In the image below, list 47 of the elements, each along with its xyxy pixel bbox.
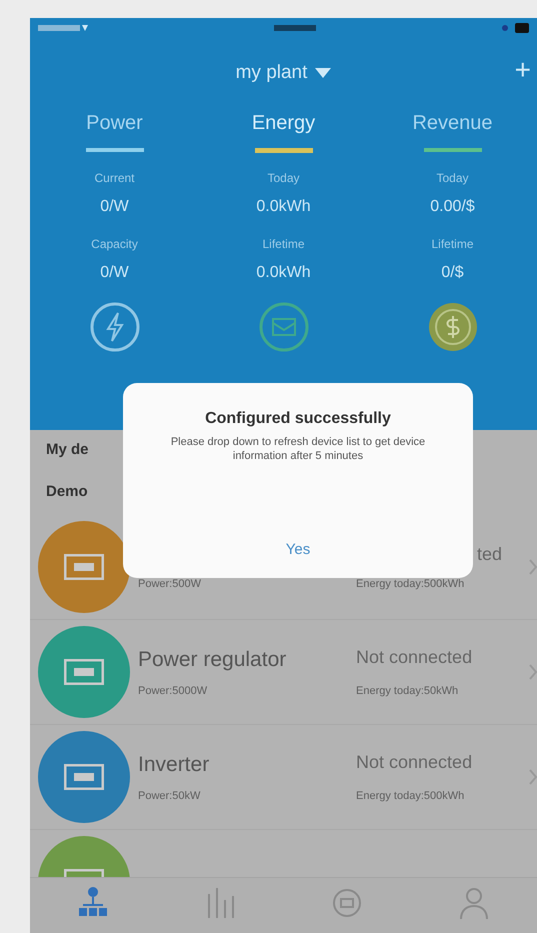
stat-value: 0.00/$: [430, 197, 475, 217]
tab[interactable]: Revenue: [412, 108, 493, 138]
chevron-icon: [529, 664, 537, 680]
envelope-icon: [258, 301, 310, 353]
stat-label: Capacity: [91, 236, 138, 253]
device-status: ted: [477, 542, 502, 566]
plant-selector[interactable]: my plant: [236, 58, 332, 88]
stat-value: 0/W: [100, 197, 129, 217]
device-icon: [64, 764, 104, 790]
stat-label: Today: [267, 170, 300, 187]
group-title: Demo: [46, 482, 88, 502]
device-name: Inverter: [138, 752, 210, 778]
yes-button[interactable]: Yes: [280, 538, 316, 562]
device-energy: Energy today:50kWh: [356, 684, 460, 700]
stat-value: 0/$: [441, 263, 464, 283]
stat-value: 0/W: [100, 263, 129, 283]
stat-label: Today: [436, 170, 469, 187]
device-status: Not connected: [356, 750, 472, 774]
chevron-icon: [529, 768, 537, 785]
stat-value: 0.0kWh: [256, 263, 311, 283]
stat-label: Lifetime: [431, 236, 474, 253]
lightning-icon: [88, 301, 140, 353]
dialog-message: Please drop down to refresh device list to get device information after 5 minutes: [170, 435, 426, 464]
stat-label: Lifetime: [262, 236, 305, 253]
device-icon: [64, 658, 104, 685]
stat-label: Current: [94, 170, 134, 187]
section-title: My de: [46, 440, 89, 460]
device-power: Power:50kW: [138, 789, 202, 804]
dollar-icon: [426, 301, 478, 353]
battery-icon: [501, 23, 529, 33]
device-name: Power regulator: [138, 646, 288, 673]
caret-icon: [315, 68, 332, 78]
dialog-title: Configured successfully: [205, 409, 391, 429]
device-icon[interactable]: [332, 886, 362, 920]
tab[interactable]: Power: [86, 108, 143, 138]
tab[interactable]: Energy: [252, 108, 316, 138]
device-icon: [64, 554, 104, 580]
chevron-icon: [529, 558, 537, 575]
device-energy: Energy today:500kWh: [356, 789, 466, 804]
device-energy: Energy today:500kWh: [356, 576, 466, 592]
device-status: Not connected: [356, 646, 472, 669]
add-button[interactable]: +: [514, 56, 531, 84]
user-icon[interactable]: [458, 886, 489, 920]
device-power: Power:5000W: [138, 684, 208, 700]
stat-value: 0.0kWh: [256, 197, 311, 217]
chart-icon[interactable]: [205, 886, 236, 920]
device-power: Power:500W: [138, 576, 202, 592]
